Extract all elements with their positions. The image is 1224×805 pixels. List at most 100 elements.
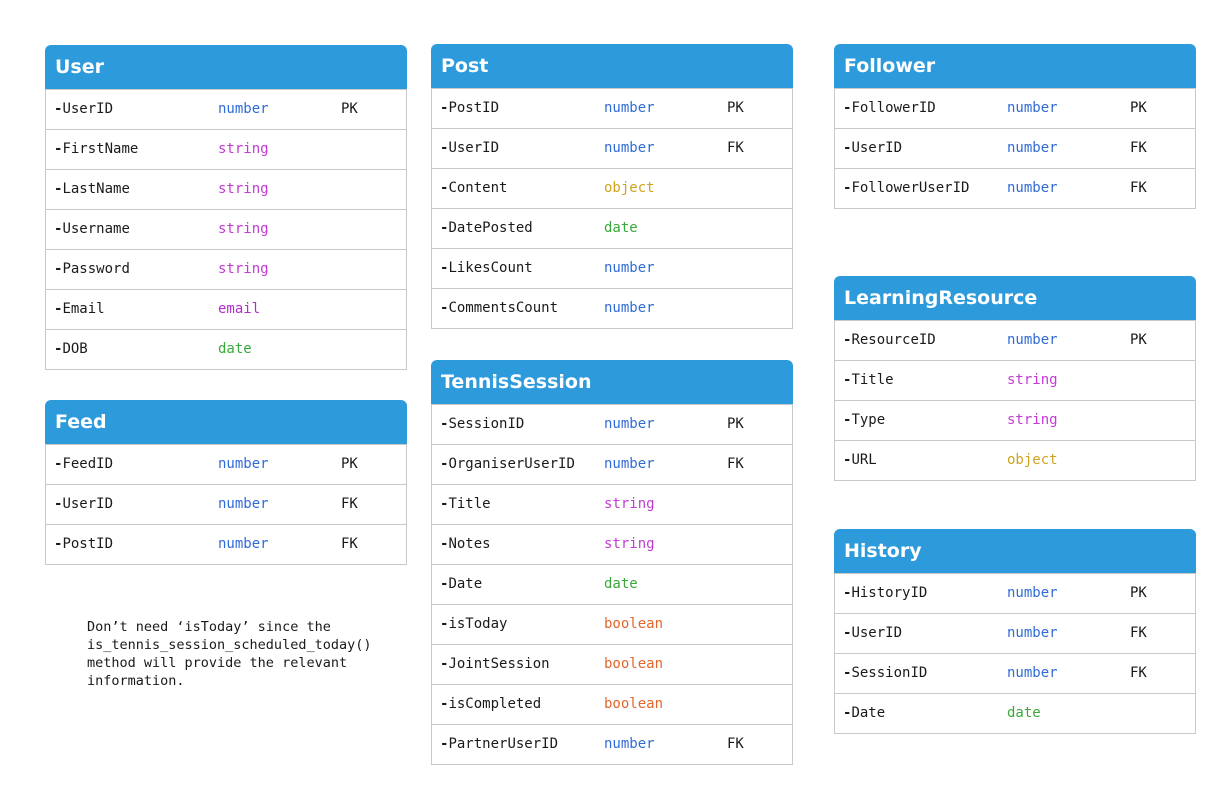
field-type: number bbox=[218, 456, 269, 472]
entity-title: Post bbox=[431, 44, 793, 88]
field-row: -UserID number FK bbox=[835, 613, 1195, 653]
field-type: string bbox=[604, 536, 655, 552]
field-row: -Notes string bbox=[432, 524, 792, 564]
field-row: -Username string bbox=[46, 209, 406, 249]
field-row: -LikesCount number bbox=[432, 248, 792, 288]
field-row: -Title string bbox=[432, 484, 792, 524]
field-type: number bbox=[1007, 585, 1058, 601]
entity-post: Post -PostID number PK -UserID number FK -Cont… bbox=[431, 44, 793, 329]
field-name: -JointSession bbox=[440, 656, 550, 672]
field-key: FK bbox=[341, 496, 358, 512]
field-row: -UserID number FK bbox=[432, 128, 792, 168]
field-type: number bbox=[604, 100, 655, 116]
field-type: number bbox=[1007, 332, 1058, 348]
field-row: -SessionID number PK bbox=[432, 404, 792, 444]
entity-title: LearningResource bbox=[834, 276, 1196, 320]
field-type: date bbox=[218, 341, 252, 357]
field-name: -FollowerUserID bbox=[843, 180, 970, 196]
field-type: boolean bbox=[604, 656, 664, 672]
field-name: -LikesCount bbox=[440, 260, 533, 276]
field-type: string bbox=[604, 496, 655, 512]
field-key: FK bbox=[727, 456, 744, 472]
entity-title: History bbox=[834, 529, 1196, 573]
field-key: FK bbox=[727, 140, 744, 156]
field-row: -PartnerUserID number FK bbox=[432, 724, 792, 764]
field-row: -OrganiserUserID number FK bbox=[432, 444, 792, 484]
field-key: FK bbox=[1130, 140, 1147, 156]
field-type: number bbox=[218, 101, 269, 117]
field-row: -CommentsCount number bbox=[432, 288, 792, 328]
entity-title: Feed bbox=[45, 400, 407, 444]
field-row: -Type string bbox=[835, 400, 1195, 440]
field-name: -PartnerUserID bbox=[440, 736, 559, 752]
field-name: -UserID bbox=[54, 101, 114, 117]
field-type: number bbox=[218, 536, 269, 552]
field-type: object bbox=[1007, 452, 1058, 468]
field-type: number bbox=[604, 456, 655, 472]
field-type: date bbox=[604, 576, 638, 592]
field-name: -isCompleted bbox=[440, 696, 542, 712]
field-type: string bbox=[218, 221, 269, 237]
field-key: PK bbox=[1130, 100, 1147, 116]
field-type: number bbox=[604, 300, 655, 316]
field-row: -FollowerID number PK bbox=[835, 88, 1195, 128]
field-name: -FollowerID bbox=[843, 100, 936, 116]
field-row: -DOB date bbox=[46, 329, 406, 369]
field-name: -UserID bbox=[440, 140, 500, 156]
field-name: -HistoryID bbox=[843, 585, 928, 601]
field-name: -DOB bbox=[54, 341, 88, 357]
field-row: -PostID number PK bbox=[432, 88, 792, 128]
field-key: PK bbox=[727, 100, 744, 116]
field-name: -UserID bbox=[843, 625, 903, 641]
entity-history: History -HistoryID number PK -UserID number F… bbox=[834, 529, 1196, 734]
field-type: string bbox=[1007, 412, 1058, 428]
field-name: -UserID bbox=[54, 496, 114, 512]
field-type: number bbox=[1007, 180, 1058, 196]
field-row: -FollowerUserID number FK bbox=[835, 168, 1195, 208]
field-row: -Content object bbox=[432, 168, 792, 208]
field-key: PK bbox=[727, 416, 744, 432]
field-type: number bbox=[604, 416, 655, 432]
field-name: -URL bbox=[843, 452, 877, 468]
field-type: boolean bbox=[604, 616, 664, 632]
field-row: -DatePosted date bbox=[432, 208, 792, 248]
field-row: -SessionID number FK bbox=[835, 653, 1195, 693]
field-row: -Password string bbox=[46, 249, 406, 289]
entity-learning-resource: LearningResource -ResourceID number PK -Tit… bbox=[834, 276, 1196, 481]
field-type: number bbox=[218, 496, 269, 512]
field-key: FK bbox=[1130, 625, 1147, 641]
field-row: -PostID number FK bbox=[46, 524, 406, 564]
field-row: -UserID number FK bbox=[835, 128, 1195, 168]
field-type: string bbox=[218, 141, 269, 157]
field-name: -Email bbox=[54, 301, 105, 317]
entity-title: TennisSession bbox=[431, 360, 793, 404]
field-type: string bbox=[1007, 372, 1058, 388]
field-row: -Email email bbox=[46, 289, 406, 329]
field-row: -LastName string bbox=[46, 169, 406, 209]
entity-feed: Feed -FeedID number PK -UserID number FK -Post… bbox=[45, 400, 407, 565]
field-name: -Title bbox=[843, 372, 894, 388]
field-row: -HistoryID number PK bbox=[835, 573, 1195, 613]
field-row: -FirstName string bbox=[46, 129, 406, 169]
field-name: -ResourceID bbox=[843, 332, 936, 348]
field-name: -Date bbox=[843, 705, 886, 721]
field-name: -SessionID bbox=[440, 416, 525, 432]
field-name: -SessionID bbox=[843, 665, 928, 681]
field-name: -OrganiserUserID bbox=[440, 456, 575, 472]
entity-title: User bbox=[45, 45, 407, 89]
entity-user: User -UserID number PK -FirstName string -Las… bbox=[45, 45, 407, 370]
field-row: -URL object bbox=[835, 440, 1195, 480]
field-row: -isCompleted boolean bbox=[432, 684, 792, 724]
field-row: -Date date bbox=[835, 693, 1195, 733]
field-name: -FeedID bbox=[54, 456, 114, 472]
field-type: number bbox=[1007, 140, 1058, 156]
field-type: string bbox=[218, 261, 269, 277]
field-key: FK bbox=[341, 536, 358, 552]
field-name: -CommentsCount bbox=[440, 300, 559, 316]
field-name: -PostID bbox=[54, 536, 114, 552]
field-row: -Date date bbox=[432, 564, 792, 604]
entity-follower: Follower -FollowerID number PK -UserID numbe… bbox=[834, 44, 1196, 209]
field-name: -Date bbox=[440, 576, 483, 592]
field-row: -Title string bbox=[835, 360, 1195, 400]
field-row: -isToday boolean bbox=[432, 604, 792, 644]
